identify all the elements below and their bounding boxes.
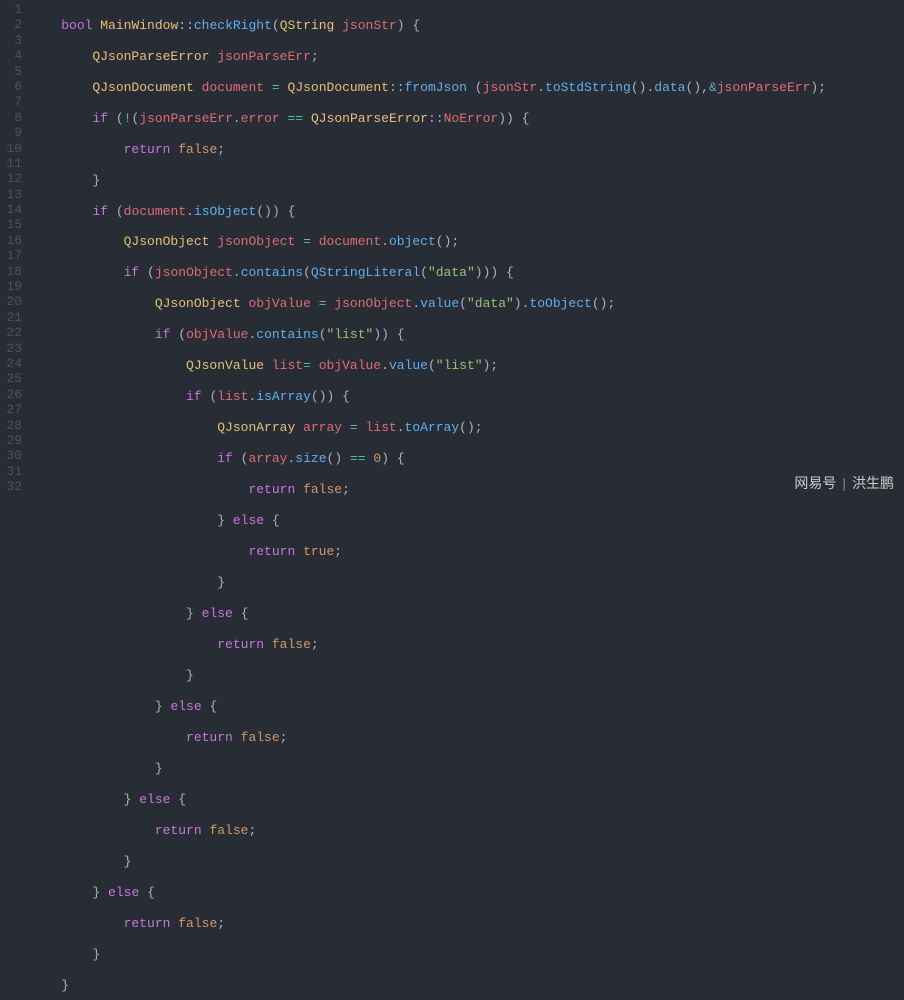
line-number: 22 xyxy=(0,325,22,340)
code-line: return false; xyxy=(30,482,904,497)
code-line: if (document.isObject()) { xyxy=(30,204,904,219)
code-line: bool MainWindow::checkRight(QString json… xyxy=(30,18,904,33)
code-line: return false; xyxy=(30,916,904,931)
line-number: 16 xyxy=(0,233,22,248)
line-number: 8 xyxy=(0,110,22,125)
code-line: } else { xyxy=(30,699,904,714)
code-area[interactable]: bool MainWindow::checkRight(QString json… xyxy=(30,2,904,1000)
code-line: } xyxy=(30,668,904,683)
line-number: 30 xyxy=(0,448,22,463)
line-number: 5 xyxy=(0,64,22,79)
line-number: 26 xyxy=(0,387,22,402)
code-line: return false; xyxy=(30,142,904,157)
code-line: return true; xyxy=(30,544,904,559)
divider-icon: | xyxy=(842,475,846,492)
line-number: 24 xyxy=(0,356,22,371)
line-number: 25 xyxy=(0,371,22,386)
line-number: 27 xyxy=(0,402,22,417)
line-number: 23 xyxy=(0,341,22,356)
code-line: QJsonParseError jsonParseErr; xyxy=(30,49,904,64)
code-line: if (list.isArray()) { xyxy=(30,389,904,404)
code-editor: 1234567891011121314151617181920212223242… xyxy=(0,0,904,1000)
line-number: 1 xyxy=(0,2,22,17)
code-line: } else { xyxy=(30,606,904,621)
code-line: } else { xyxy=(30,513,904,528)
line-number: 7 xyxy=(0,94,22,109)
code-line: } xyxy=(30,947,904,962)
code-line: if (jsonObject.contains(QStringLiteral("… xyxy=(30,265,904,280)
line-number: 18 xyxy=(0,264,22,279)
line-number: 11 xyxy=(0,156,22,171)
line-number: 12 xyxy=(0,171,22,186)
line-number: 20 xyxy=(0,294,22,309)
line-number: 13 xyxy=(0,187,22,202)
line-number: 19 xyxy=(0,279,22,294)
code-line: } xyxy=(30,173,904,188)
code-line: } xyxy=(30,854,904,869)
code-line: } else { xyxy=(30,885,904,900)
line-number: 9 xyxy=(0,125,22,140)
code-line: if (array.size() == 0) { xyxy=(30,451,904,466)
line-number: 10 xyxy=(0,141,22,156)
code-line: if (objValue.contains("list")) { xyxy=(30,327,904,342)
code-line: return false; xyxy=(30,730,904,745)
code-line: QJsonValue list= objValue.value("list"); xyxy=(30,358,904,373)
code-line: } xyxy=(30,978,904,993)
line-number: 29 xyxy=(0,433,22,448)
line-number: 6 xyxy=(0,79,22,94)
code-line: QJsonDocument document = QJsonDocument::… xyxy=(30,80,904,95)
line-number: 2 xyxy=(0,17,22,32)
code-line: QJsonObject objValue = jsonObject.value(… xyxy=(30,296,904,311)
code-line: } else { xyxy=(30,792,904,807)
line-number: 32 xyxy=(0,479,22,494)
line-number: 3 xyxy=(0,33,22,48)
code-line: QJsonArray array = list.toArray(); xyxy=(30,420,904,435)
line-number: 14 xyxy=(0,202,22,217)
code-line: return false; xyxy=(30,823,904,838)
watermark: 网易号 | 洪生鹏 xyxy=(794,475,894,492)
line-number: 31 xyxy=(0,464,22,479)
line-number: 4 xyxy=(0,48,22,63)
code-line: return false; xyxy=(30,637,904,652)
line-number: 21 xyxy=(0,310,22,325)
code-line: } xyxy=(30,761,904,776)
code-line: } xyxy=(30,575,904,590)
watermark-brand: 网易号 xyxy=(794,475,836,492)
code-line: QJsonObject jsonObject = document.object… xyxy=(30,234,904,249)
watermark-author: 洪生鹏 xyxy=(852,475,894,492)
line-number: 15 xyxy=(0,217,22,232)
line-number: 28 xyxy=(0,418,22,433)
code-line: if (!(jsonParseErr.error == QJsonParseEr… xyxy=(30,111,904,126)
line-number-gutter: 1234567891011121314151617181920212223242… xyxy=(0,2,30,1000)
line-number: 17 xyxy=(0,248,22,263)
